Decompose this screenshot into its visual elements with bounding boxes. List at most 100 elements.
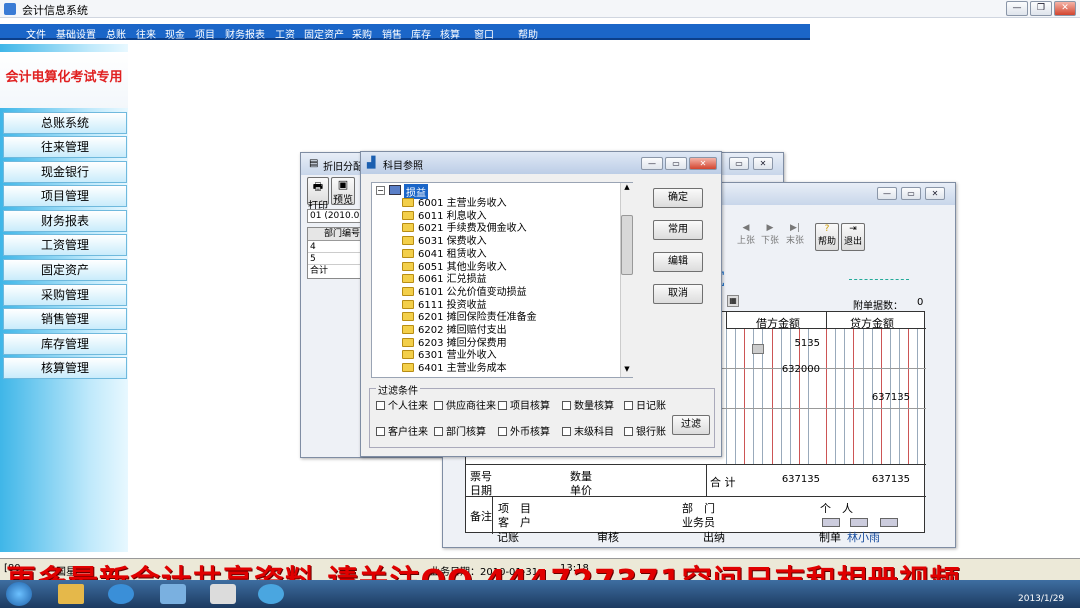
menu-sales[interactable]: 销售 xyxy=(382,26,402,41)
help-button[interactable]: ? 帮助 xyxy=(815,223,839,251)
last-voucher-button[interactable]: ▶| 末张 xyxy=(783,223,807,251)
collapse-icon[interactable]: − xyxy=(376,186,385,195)
dialog-close-button[interactable]: ✕ xyxy=(689,157,717,170)
checkbox[interactable] xyxy=(498,427,507,436)
card-icon[interactable] xyxy=(822,518,840,527)
nav-payroll-management[interactable]: 工资管理 xyxy=(3,234,127,256)
debit-amount[interactable]: 632000 xyxy=(766,364,820,375)
minimize-button[interactable]: — xyxy=(1006,1,1028,16)
menu-basic-settings[interactable]: 基础设置 xyxy=(56,26,96,41)
checkbox[interactable] xyxy=(434,401,443,410)
filter-customer-accounts[interactable]: 客户往来 xyxy=(376,423,428,438)
nav-fixed-assets[interactable]: 固定资产 xyxy=(3,259,127,281)
nav-purchase-management[interactable]: 采购管理 xyxy=(3,284,127,306)
nav-inventory-management[interactable]: 库存管理 xyxy=(3,333,127,355)
filter-supplier-accounts[interactable]: 供应商往来 xyxy=(434,397,496,412)
card-icon[interactable] xyxy=(880,518,898,527)
nav-financial-reports[interactable]: 财务报表 xyxy=(3,210,127,232)
menu-accounts[interactable]: 往来 xyxy=(136,26,156,41)
menu-window[interactable]: 窗口 xyxy=(474,26,494,41)
exit-button[interactable]: ⇥ 退出 xyxy=(841,223,865,251)
filter-department-accounting[interactable]: 部门核算 xyxy=(434,423,486,438)
voucher-minimize-button[interactable]: — xyxy=(877,187,897,200)
tree-item[interactable]: 6031 保费收入 xyxy=(402,236,487,248)
depr-close-button[interactable]: ✕ xyxy=(753,157,773,170)
cancel-button[interactable]: 取消 xyxy=(653,284,703,304)
menu-purchasing[interactable]: 采购 xyxy=(352,26,372,41)
table-row[interactable]: 4 xyxy=(308,241,362,253)
filter-bank-journal[interactable]: 银行账 xyxy=(624,423,666,438)
nav-project-management[interactable]: 项目管理 xyxy=(3,185,127,207)
checkbox[interactable] xyxy=(376,427,385,436)
menu-costing[interactable]: 核算 xyxy=(440,26,460,41)
app-icon[interactable] xyxy=(258,584,284,604)
tree-item[interactable]: 6401 主营业务成本 xyxy=(402,363,507,375)
tree-item[interactable]: 6001 主营业务收入 xyxy=(402,198,507,210)
common-button[interactable]: 常用 xyxy=(653,220,703,240)
restore-button[interactable]: ❐ xyxy=(1030,1,1052,16)
explorer-icon[interactable] xyxy=(58,584,84,604)
filter-button[interactable]: 过滤 xyxy=(672,415,710,435)
card-icon[interactable] xyxy=(850,518,868,527)
filter-foreign-currency[interactable]: 外币核算 xyxy=(498,423,550,438)
filter-personal-accounts[interactable]: 个人往来 xyxy=(376,397,428,412)
dialog-restore-button[interactable]: ▭ xyxy=(665,157,687,170)
app-icon[interactable] xyxy=(160,584,186,604)
credit-amount[interactable]: 637135 xyxy=(856,392,910,403)
nav-ledger-system[interactable]: 总账系统 xyxy=(3,112,127,134)
menu-file[interactable]: 文件 xyxy=(26,26,46,41)
menu-inventory[interactable]: 库存 xyxy=(411,26,431,41)
checkbox[interactable] xyxy=(498,401,507,410)
menu-cash[interactable]: 现金 xyxy=(165,26,185,41)
checkbox[interactable] xyxy=(434,427,443,436)
print-button[interactable]: 🖶 打印 xyxy=(307,177,329,212)
calculator-icon[interactable]: ▦ xyxy=(727,295,739,307)
start-button[interactable] xyxy=(6,582,32,606)
nav-cash-bank[interactable]: 现金银行 xyxy=(3,161,127,183)
dialog-minimize-button[interactable]: — xyxy=(641,157,663,170)
depr-restore-button[interactable]: ▭ xyxy=(729,157,749,170)
preview-button[interactable]: ▣ 预览 xyxy=(331,177,355,206)
table-row[interactable]: 5 xyxy=(308,253,362,265)
tree-item[interactable]: 6011 利息收入 xyxy=(402,210,487,223)
filter-journal[interactable]: 日记账 xyxy=(624,397,666,412)
filter-project-accounting[interactable]: 项目核算 xyxy=(498,397,550,412)
edit-cell-icon[interactable] xyxy=(752,344,764,354)
menu-payroll[interactable]: 工资 xyxy=(275,26,295,41)
close-button[interactable]: ✕ xyxy=(1054,1,1076,16)
period-select[interactable]: 01 (2010.01- xyxy=(307,209,363,223)
filter-quantity-accounting[interactable]: 数量核算 xyxy=(562,397,614,412)
menu-fixed-assets[interactable]: 固定资产 xyxy=(304,26,344,41)
voucher-restore-button[interactable]: ▭ xyxy=(901,187,921,200)
browser-icon[interactable] xyxy=(108,584,134,604)
menu-ledger[interactable]: 总账 xyxy=(106,26,126,41)
confirm-button[interactable]: 确定 xyxy=(653,188,703,208)
checkbox[interactable] xyxy=(562,401,571,410)
tree-item[interactable]: 6061 汇兑损益 xyxy=(402,274,487,286)
scroll-up-icon[interactable]: ▲ xyxy=(621,183,633,195)
tree-item[interactable]: 6203 摊回分保费用 xyxy=(402,337,507,350)
tree-item[interactable]: 6202 摊回赔付支出 xyxy=(402,325,507,337)
prev-voucher-button[interactable]: ◀ 上张 xyxy=(735,223,757,251)
debit-amount[interactable]: 5135 xyxy=(766,338,820,349)
checkbox[interactable] xyxy=(562,427,571,436)
checkbox[interactable] xyxy=(624,427,633,436)
next-voucher-button[interactable]: ▶ 下张 xyxy=(759,223,781,251)
tree-item[interactable]: 6111 投资收益 xyxy=(402,299,487,312)
attachment-count[interactable]: 0 xyxy=(917,297,923,308)
scroll-down-icon[interactable]: ▼ xyxy=(621,365,633,377)
tree-item[interactable]: 6301 营业外收入 xyxy=(402,350,497,362)
nav-sales-management[interactable]: 销售管理 xyxy=(3,308,127,330)
voucher-close-button[interactable]: ✕ xyxy=(925,187,945,200)
tree-item[interactable]: 6101 公允价值变动损益 xyxy=(402,286,527,299)
nav-costing-management[interactable]: 核算管理 xyxy=(3,357,127,379)
checkbox[interactable] xyxy=(376,401,385,410)
edit-button[interactable]: 编辑 xyxy=(653,252,703,272)
checkbox[interactable] xyxy=(624,401,633,410)
menu-help[interactable]: 帮助 xyxy=(518,26,538,41)
tree-item[interactable]: 6201 摊回保险责任准备金 xyxy=(402,312,537,324)
filter-leaf-subjects[interactable]: 末级科目 xyxy=(562,423,614,438)
app-icon[interactable] xyxy=(210,584,236,604)
tree-scrollbar[interactable]: ▲ ▼ xyxy=(620,183,633,377)
tree-item[interactable]: 6051 其他业务收入 xyxy=(402,261,507,274)
